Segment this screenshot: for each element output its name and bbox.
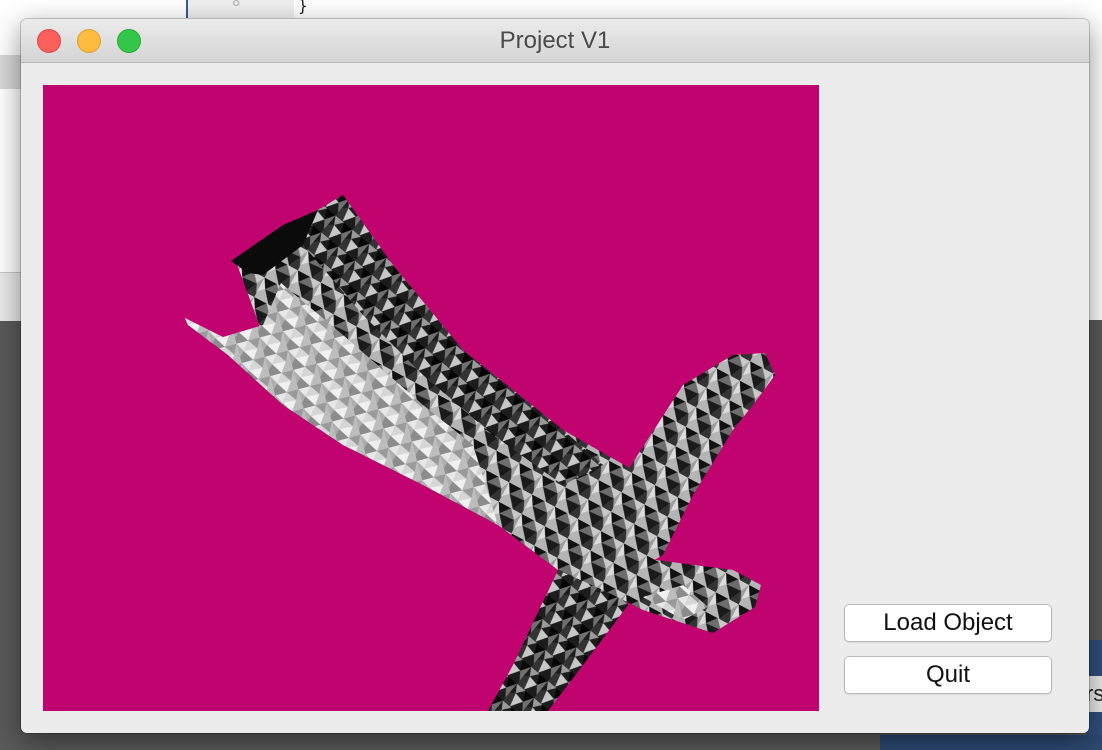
rendered-3d-model: [43, 85, 819, 711]
window-title: Project V1: [499, 27, 611, 54]
minimize-window-button[interactable]: [77, 29, 101, 53]
quit-button[interactable]: Quit: [844, 656, 1052, 694]
close-window-button[interactable]: [37, 29, 61, 53]
desktop: 8 } rs Project V1 Load Object Quit: [0, 0, 1102, 750]
line-number: 8: [232, 0, 241, 10]
maximize-window-button[interactable]: [117, 29, 141, 53]
background-window-strip: [880, 735, 1102, 750]
title-bar[interactable]: Project V1: [21, 19, 1089, 63]
load-object-button[interactable]: Load Object: [844, 604, 1052, 642]
app-window: Project V1 Load Object Quit: [21, 19, 1089, 733]
3d-viewport[interactable]: [43, 85, 819, 711]
code-text: }: [298, 0, 308, 15]
